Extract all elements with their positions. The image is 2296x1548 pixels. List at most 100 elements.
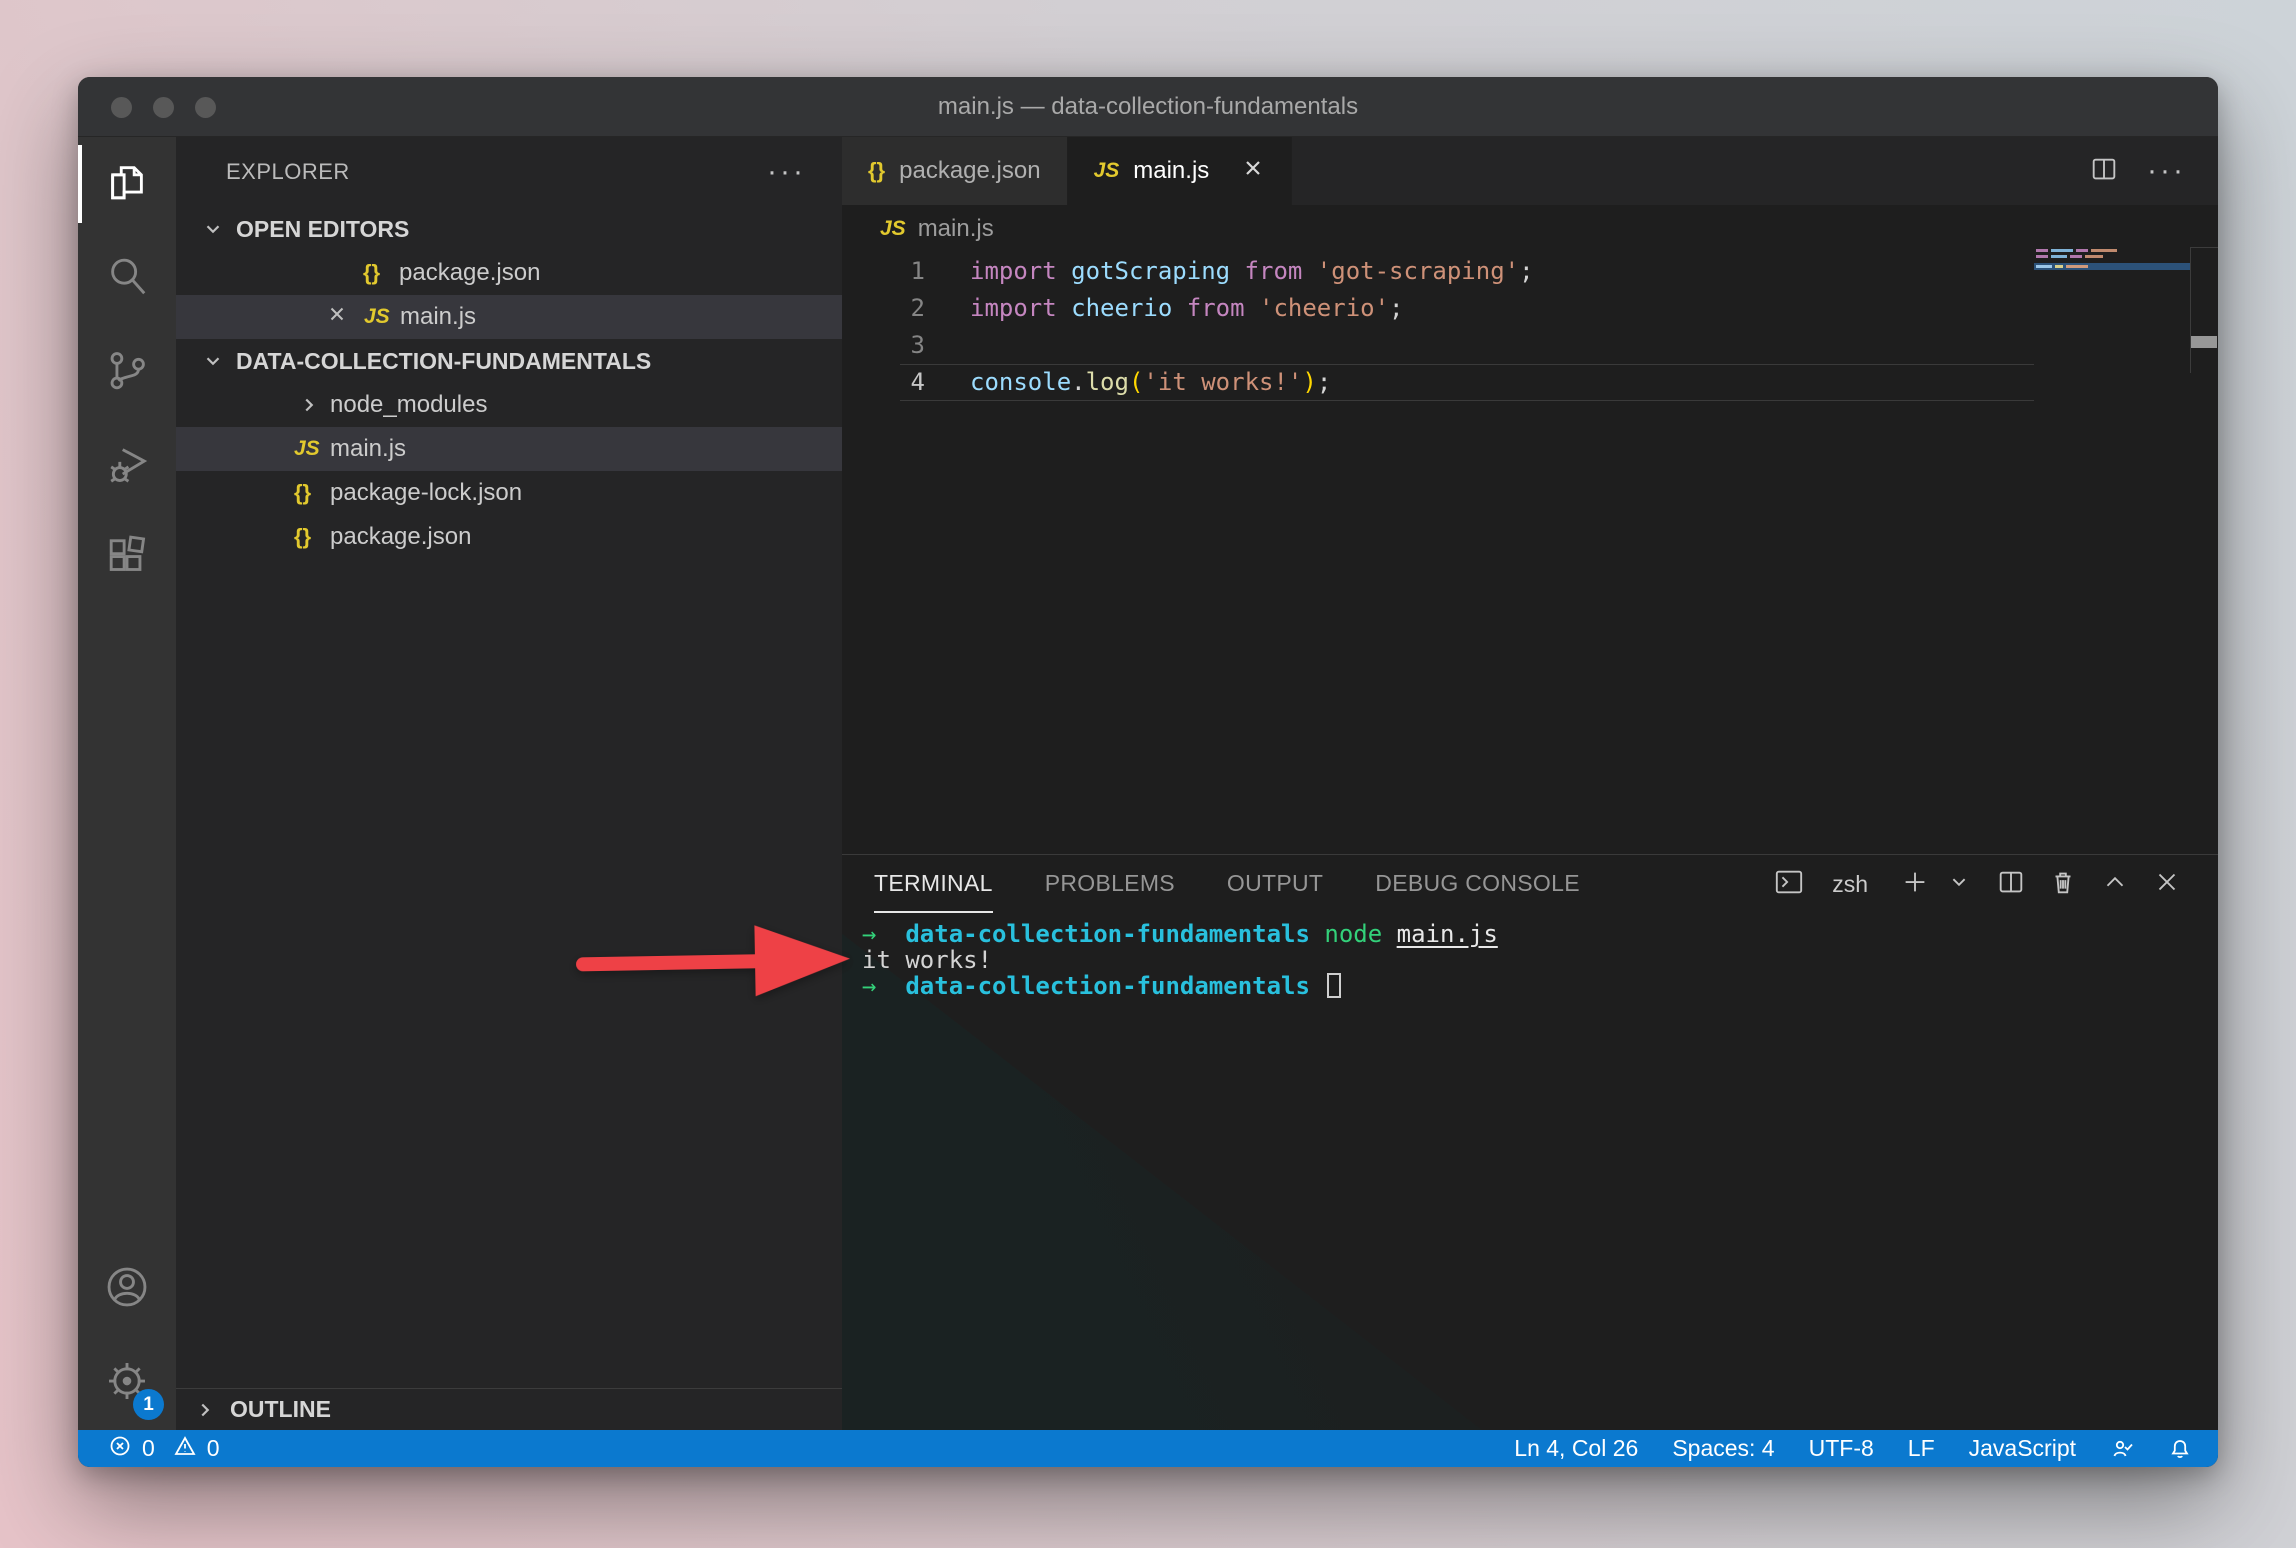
activity-settings-button[interactable]: 1: [78, 1336, 176, 1430]
activity-bar-spacer: [78, 607, 176, 1242]
window-titlebar: main.js — data-collection-fundamentals: [78, 77, 2218, 137]
shell-label: zsh: [1832, 871, 1868, 898]
workspace-section-header[interactable]: DATA-COLLECTION-FUNDAMENTALS: [176, 339, 842, 383]
js-file-icon: JS: [364, 305, 400, 329]
editor-more-actions-button[interactable]: ···: [2147, 166, 2186, 176]
js-file-icon: JS: [880, 217, 906, 241]
error-count: 0: [142, 1435, 155, 1462]
scrollbar-thumb[interactable]: [2191, 336, 2217, 348]
terminal-panel: TERMINAL PROBLEMS OUTPUT DEBUG CONSOLE z…: [842, 854, 2218, 1430]
play-bug-icon: [104, 441, 150, 492]
line-number: 4: [842, 364, 925, 401]
tab-package-json[interactable]: {} package.json: [842, 137, 1068, 205]
activity-source-control-button[interactable]: [78, 325, 176, 419]
split-editor-icon[interactable]: [2089, 154, 2119, 189]
line-number: 3: [842, 327, 925, 364]
zoom-window-button[interactable]: [195, 97, 216, 118]
json-file-icon: {}: [868, 158, 885, 184]
terminal-content[interactable]: → data-collection-fundamentals node main…: [842, 913, 2218, 999]
account-icon: [104, 1264, 150, 1315]
tree-item-main-js[interactable]: JS main.js: [176, 427, 842, 471]
branch-icon: [104, 347, 150, 398]
code-line: 3: [842, 327, 2218, 364]
tree-item-node-modules[interactable]: node_modules: [176, 383, 842, 427]
minimize-window-button[interactable]: [153, 97, 174, 118]
notifications-bell-icon[interactable]: [2168, 1437, 2192, 1461]
close-tab-icon[interactable]: [1241, 156, 1265, 187]
cursor-position-status[interactable]: Ln 4, Col 26: [1514, 1435, 1638, 1462]
search-icon: [104, 253, 150, 304]
activity-run-debug-button[interactable]: [78, 419, 176, 513]
tab-terminal[interactable]: TERMINAL: [874, 855, 993, 913]
eol-status[interactable]: LF: [1908, 1435, 1935, 1462]
activity-search-button[interactable]: [78, 231, 176, 325]
problems-status[interactable]: 0 0: [108, 1434, 220, 1464]
code-text: import cheerio from 'cheerio';: [970, 290, 1404, 327]
tab-main-js[interactable]: JS main.js: [1068, 137, 1293, 205]
vscode-window: main.js — data-collection-fundamentals: [78, 77, 2218, 1467]
open-editors-section-header[interactable]: OPEN EDITORS: [176, 207, 842, 251]
terminal-line-prompt: → data-collection-fundamentals: [862, 973, 2218, 999]
code-editor[interactable]: 1 import gotScraping from 'got-scraping'…: [842, 253, 2218, 854]
chevron-right-icon: [194, 1399, 216, 1421]
tab-debug-console[interactable]: DEBUG CONSOLE: [1375, 855, 1580, 913]
open-editor-item-package-json[interactable]: {} package.json: [176, 251, 842, 295]
error-icon: [108, 1434, 132, 1464]
feedback-icon[interactable]: [2110, 1437, 2134, 1461]
close-panel-icon[interactable]: [2152, 867, 2182, 902]
terminal-line-output: it works!: [862, 947, 2218, 973]
chevron-down-icon: [202, 350, 224, 372]
tab-output[interactable]: OUTPUT: [1227, 855, 1323, 913]
editor-group: {} package.json JS main.js ···: [842, 137, 2218, 1430]
extensions-icon: [104, 535, 150, 586]
explorer-sidebar: EXPLORER ··· OPEN EDITORS {} package.jso…: [176, 137, 842, 1430]
breadcrumb-file: main.js: [918, 215, 994, 243]
breadcrumb[interactable]: JS main.js: [842, 205, 2218, 253]
code-line-current: 4 console.log('it works!');: [842, 364, 2218, 401]
activity-bar: 1: [78, 137, 176, 1430]
open-editor-item-main-js[interactable]: JS main.js: [176, 295, 842, 339]
maximize-panel-icon[interactable]: [2100, 867, 2130, 902]
code-text: console.log('it works!');: [970, 364, 1331, 401]
js-file-icon: JS: [1094, 159, 1120, 183]
sidebar-header: EXPLORER ···: [176, 137, 842, 207]
editor-scrollbar[interactable]: [2190, 247, 2218, 373]
kill-terminal-icon[interactable]: [2048, 867, 2078, 902]
json-file-icon: {}: [294, 480, 330, 506]
window-controls: [111, 77, 216, 137]
split-terminal-icon[interactable]: [1996, 867, 2026, 902]
activity-account-button[interactable]: [78, 1242, 176, 1336]
status-bar: 0 0 Ln 4, Col 26 Spaces: 4 UTF-8 LF Java…: [78, 1430, 2218, 1467]
close-editor-icon[interactable]: [326, 303, 348, 332]
terminal-shell-icon: [1774, 867, 1804, 902]
code-text: import gotScraping from 'got-scraping';: [970, 253, 1534, 290]
language-mode-status[interactable]: JavaScript: [1969, 1435, 2076, 1462]
close-window-button[interactable]: [111, 97, 132, 118]
code-line: 2 import cheerio from 'cheerio';: [842, 290, 2218, 327]
activity-explorer-button[interactable]: [78, 137, 176, 231]
explorer-more-actions-button[interactable]: ···: [767, 167, 806, 177]
line-number: 2: [842, 290, 925, 327]
code-line: 1 import gotScraping from 'got-scraping'…: [842, 253, 2218, 290]
annotation-arrow-red: [554, 897, 876, 1023]
editor-tab-bar: {} package.json JS main.js ···: [842, 137, 2218, 205]
warning-icon: [173, 1434, 197, 1464]
tree-item-package-lock-json[interactable]: {} package-lock.json: [176, 471, 842, 515]
new-terminal-icon[interactable]: [1900, 867, 1930, 902]
tree-item-package-json[interactable]: {} package.json: [176, 515, 842, 559]
line-number: 1: [842, 253, 925, 290]
encoding-status[interactable]: UTF-8: [1809, 1435, 1874, 1462]
json-file-icon: {}: [294, 524, 330, 550]
js-file-icon: JS: [294, 437, 330, 461]
tab-problems[interactable]: PROBLEMS: [1045, 855, 1175, 913]
minimap[interactable]: [2034, 247, 2190, 270]
window-title: main.js — data-collection-fundamentals: [938, 93, 1358, 121]
indentation-status[interactable]: Spaces: 4: [1672, 1435, 1774, 1462]
chevron-right-icon: [298, 394, 320, 416]
activity-extensions-button[interactable]: [78, 513, 176, 607]
settings-badge: 1: [133, 1389, 164, 1420]
files-icon: [104, 159, 150, 210]
terminal-dropdown-icon[interactable]: [1944, 867, 1974, 902]
outline-section-header[interactable]: OUTLINE: [176, 1388, 842, 1430]
terminal-line: → data-collection-fundamentals node main…: [862, 921, 2218, 947]
